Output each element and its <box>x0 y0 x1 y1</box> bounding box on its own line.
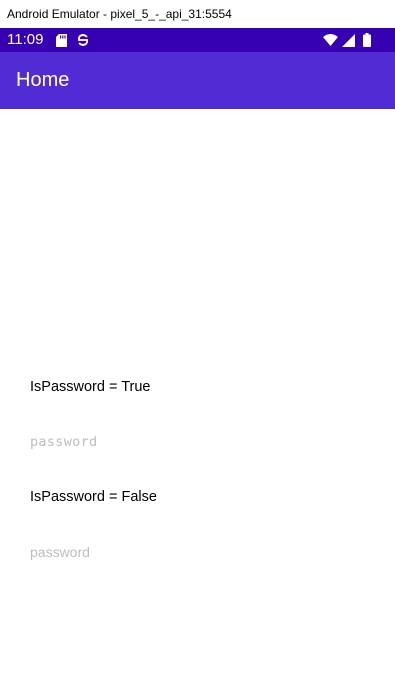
status-bar: 11:09 <box>0 28 395 52</box>
status-left-icons <box>56 33 89 47</box>
status-right-icons <box>323 33 371 47</box>
label-ispassword-false: IsPassword = False <box>30 489 157 505</box>
app-bar: Home <box>0 52 395 109</box>
signal-icon <box>342 33 355 47</box>
wifi-icon <box>323 34 338 46</box>
password-entry-plain[interactable] <box>30 540 370 564</box>
label-ispassword-true: IsPassword = True <box>30 379 151 395</box>
password-entry-masked[interactable] <box>30 430 370 454</box>
sd-card-icon <box>56 33 67 47</box>
sync-icon <box>77 33 89 47</box>
status-time: 11:09 <box>7 31 44 48</box>
page-title: Home <box>16 69 70 91</box>
battery-icon <box>363 33 371 47</box>
emulator-window-title: Android Emulator - pixel_5_-_api_31:5554 <box>0 0 395 28</box>
main-content: IsPassword = True IsPassword = False <box>0 109 395 683</box>
